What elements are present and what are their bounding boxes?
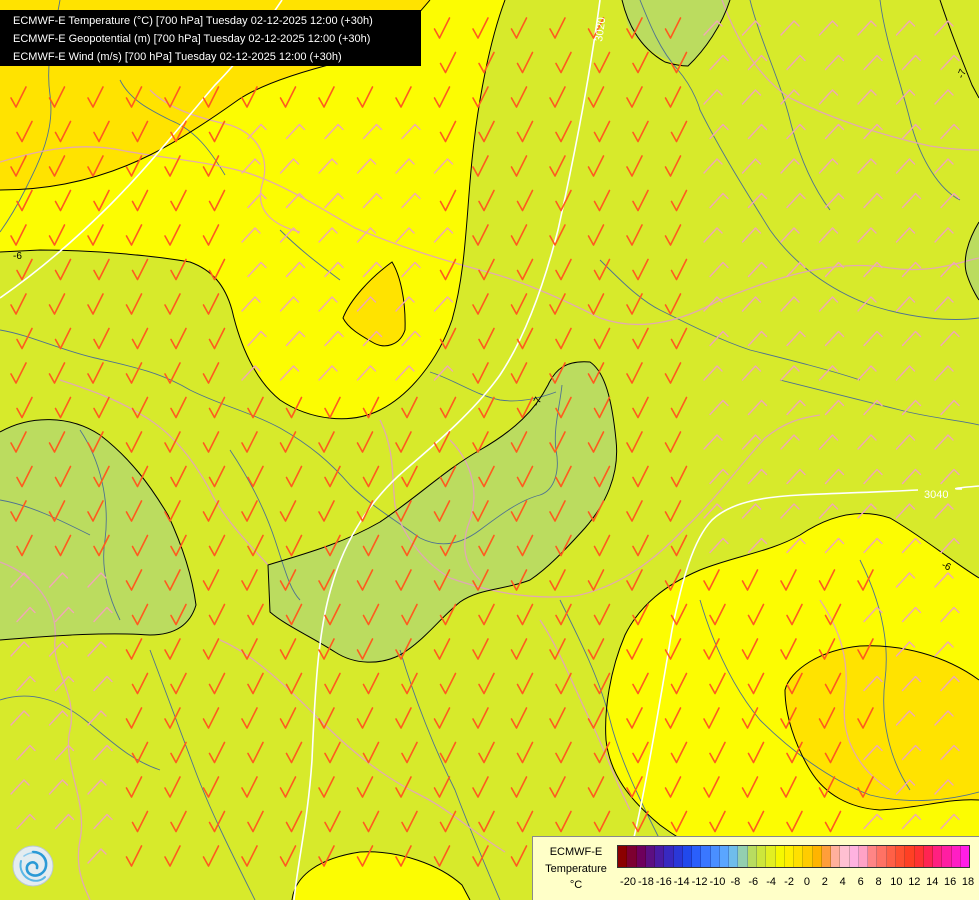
isotherm-label: -6 [13,251,22,262]
legend-color-cell [719,846,730,867]
title-temperature: ECMWF-E Temperature (°C) [700 hPa] Tuesd… [13,15,373,27]
legend-color-cell [655,846,665,867]
legend-tick-label: 0 [803,876,810,888]
temperature-legend: ECMWF-E Temperature °C -20 -18 -16 -14 -12 -1… [532,836,979,900]
legend-color-cell [710,846,720,867]
legend-tick-label: -2 [784,876,794,888]
legend-tick-label: -20 [620,876,636,888]
legend-color-cell [747,846,757,867]
weather-map[interactable]: 3020 3040 -6 -7 -7 -6 [0,0,979,900]
legend-color-cell [729,846,739,867]
legend-tick-label: -16 [655,876,672,888]
legend-color-cell [645,846,656,867]
legend-tick-label: -8 [730,876,741,888]
legend-color-cell [794,846,804,867]
title-geopotential: ECMWF-E Geopotential (m) [700 hPa] Tuesd… [13,33,371,45]
legend-tick-label: 16 [943,876,957,888]
legend-color-cell [923,846,934,867]
legend-color-cell [942,846,952,867]
legend-color-cell [692,846,702,867]
legend-color-cell [831,846,841,867]
legend-tick-label: -6 [748,876,759,888]
legend-color-cell [738,846,748,867]
legend-color-cell [951,846,961,867]
legend-color-cell [868,846,878,867]
legend-color-cell [627,846,637,867]
legend-tick-label: 10 [890,876,903,888]
legend-tick-label: -10 [709,876,726,888]
legend-color-cell [877,846,887,867]
legend-color-cell [812,846,822,867]
legend-color-cell [840,846,850,867]
legend-tick-label: -12 [691,876,708,888]
legend-tick-label: 2 [821,876,828,888]
legend-color-cell [701,846,711,867]
legend-color-cell [905,846,915,867]
legend-color-cell [784,846,795,867]
legend-tick-label: -14 [673,876,690,888]
legend-colorbar [617,845,970,868]
legend-unit: °C [569,879,583,891]
title-wind: ECMWF-E Wind (m/s) [700 hPa] Tuesday 02-… [13,51,342,63]
legend-tick-label: -4 [766,876,777,888]
legend-tick-label: 12 [908,876,921,888]
legend-color-cell [636,846,646,867]
legend-color-cell [858,846,869,867]
legend-tick-label: 14 [926,876,939,888]
map-title-box: ECMWF-E Temperature (°C) [700 hPa] Tuesd… [0,10,421,66]
legend-color-cell [766,846,776,867]
legend-tick-label: 8 [875,876,882,888]
legend-model: ECMWF-E [549,846,603,858]
legend-color-cell [960,846,970,867]
legend-color-cell [673,846,683,867]
legend-parameter: Temperature [545,863,607,875]
legend-color-cell [775,846,785,867]
legend-color-cell [682,846,693,867]
legend-color-cell [618,846,628,867]
legend-color-cell [914,846,924,867]
legend-tick-label: 4 [839,876,846,888]
swirl-logo-icon [12,845,54,887]
legend-color-cell [895,846,906,867]
legend-color-cell [803,846,813,867]
legend-color-cell [664,846,674,867]
legend-color-cell [756,846,767,867]
legend-color-cell [821,846,832,867]
legend-color-cell [886,846,896,867]
geopotential-label-3040: 3040 [924,489,948,501]
legend-tick-label: 6 [857,876,864,888]
legend-color-cell [933,846,943,867]
legend-color-cell [849,846,859,867]
legend-tick-label: -18 [637,876,654,888]
legend-tick-label: 18 [961,876,975,888]
